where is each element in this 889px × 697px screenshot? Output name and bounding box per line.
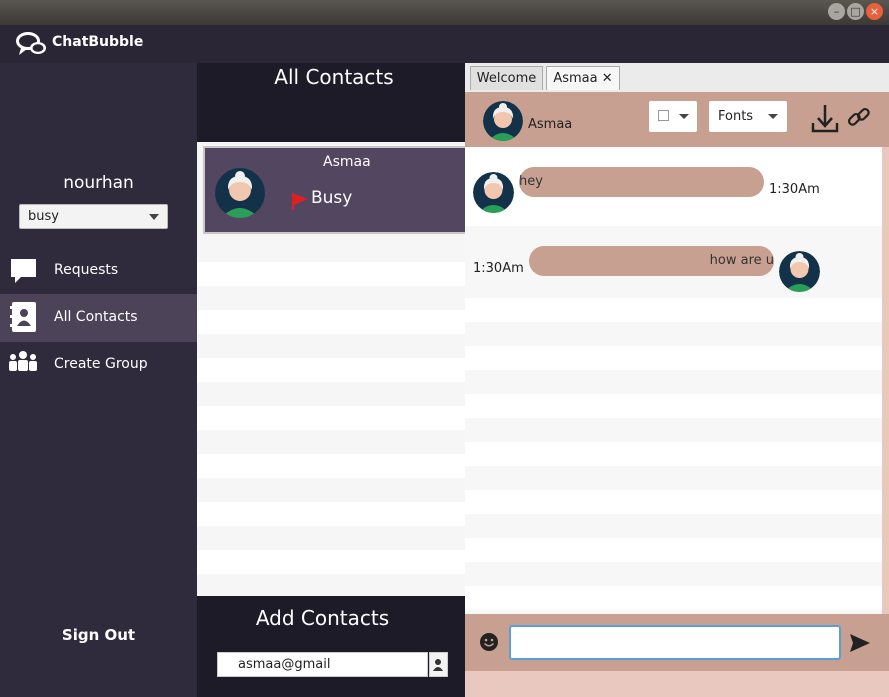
minimize-icon[interactable]: –: [828, 3, 845, 20]
emoji-icon[interactable]: [479, 632, 499, 652]
chat-header: Asmaa Fonts: [465, 92, 889, 147]
tab-label: Asmaa: [553, 71, 598, 86]
status-select[interactable]: busy: [19, 204, 168, 229]
chatbubble-logo-icon: [16, 32, 46, 55]
busy-status-icon: [292, 193, 308, 210]
chat-panel: Welcome Asmaa ✕ Asmaa Fonts hey 1:30Am 1…: [465, 63, 889, 697]
message-text: how are u: [709, 253, 774, 268]
contact-avatar: [215, 168, 265, 218]
add-user-icon: [433, 659, 443, 671]
contacts-header: All Contacts: [197, 63, 465, 142]
color-swatch: [658, 110, 669, 121]
sidebar-item-create-group[interactable]: Create Group: [0, 341, 197, 389]
sidebar-item-all-contacts[interactable]: All Contacts: [0, 294, 197, 342]
add-contacts-panel: Add Contacts asmaa@gmail: [197, 596, 465, 697]
send-icon[interactable]: [849, 633, 871, 653]
sidebar-item-label: Requests: [54, 262, 119, 278]
chat-footer: [465, 671, 889, 697]
window-titlebar: – □ ×: [0, 0, 889, 25]
chevron-down-icon: [768, 114, 778, 119]
message-text: hey: [519, 174, 543, 189]
sidebar-item-label: Create Group: [54, 356, 148, 372]
add-contact-email-input[interactable]: asmaa@gmail: [217, 652, 428, 677]
contact-name: Asmaa: [323, 154, 371, 170]
contacts-panel: All Contacts Asmaa Busy Add Contacts asm…: [197, 63, 465, 697]
sidebar-item-requests[interactable]: Requests: [0, 247, 197, 295]
message-list: hey 1:30Am 1:30Am how are u: [465, 147, 889, 614]
current-username: nourhan: [63, 173, 134, 193]
tab-asmaa[interactable]: Asmaa ✕: [546, 66, 620, 90]
download-icon[interactable]: [810, 103, 840, 135]
add-contact-button[interactable]: [429, 652, 448, 677]
chat-bubble-icon: [11, 259, 36, 283]
sidebar: nourhan busy Requests All Contacts Creat…: [0, 63, 197, 697]
tab-label: Welcome: [476, 71, 537, 86]
message-sender-avatar: [473, 172, 514, 213]
tab-close-icon[interactable]: ✕: [602, 71, 613, 86]
chat-partner-name: Asmaa: [528, 117, 573, 132]
group-icon: [9, 351, 37, 371]
contacts-title: All Contacts: [274, 65, 394, 89]
chat-partner-avatar: [483, 101, 523, 141]
message-time: 1:30Am: [473, 261, 524, 276]
close-icon[interactable]: ×: [866, 3, 883, 20]
fonts-select[interactable]: Fonts: [709, 101, 787, 132]
sidebar-item-label: All Contacts: [54, 309, 138, 325]
message-time: 1:30Am: [769, 182, 820, 197]
message-input[interactable]: [509, 625, 841, 660]
contact-list-item[interactable]: Asmaa Busy: [203, 146, 465, 234]
status-select-value: busy: [28, 209, 59, 224]
color-picker[interactable]: [649, 101, 697, 132]
message-bubble-sent: how are u: [529, 246, 774, 276]
chevron-down-icon: [679, 114, 689, 119]
contacts-book-icon: [10, 302, 36, 332]
app-header: ChatBubble: [0, 25, 889, 63]
attach-link-icon[interactable]: [846, 105, 872, 131]
add-contacts-title: Add Contacts: [255, 606, 390, 630]
contact-status: Busy: [311, 188, 353, 208]
chevron-down-icon: [149, 214, 159, 220]
tab-welcome[interactable]: Welcome: [470, 66, 543, 90]
maximize-icon[interactable]: □: [847, 3, 864, 20]
message-bubble-received: hey: [519, 167, 764, 197]
app-brand: ChatBubble: [52, 34, 144, 50]
message-composer: [465, 614, 889, 671]
sign-out-button[interactable]: Sign Out: [0, 626, 197, 644]
message-own-avatar: [779, 251, 820, 292]
fonts-label: Fonts: [718, 109, 754, 124]
